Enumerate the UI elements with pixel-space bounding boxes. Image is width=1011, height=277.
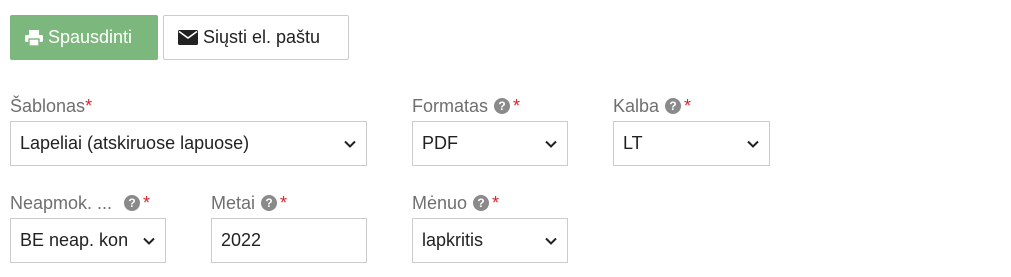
month-select[interactable]: lapkritis: [412, 218, 568, 263]
printer-icon: [25, 29, 43, 46]
unpaid-select[interactable]: BE neap. kon: [10, 218, 166, 263]
template-select[interactable]: Lapeliai (atskiruose lapuose): [10, 121, 367, 166]
print-button-label: Spausdinti: [48, 27, 133, 47]
required-mark: *: [85, 95, 93, 116]
unpaid-label-text: Neapmok. ...: [10, 192, 113, 213]
month-select-value: lapkritis: [422, 230, 484, 250]
help-icon[interactable]: ?: [124, 195, 141, 211]
email-button-label: Siųsti el. paštu: [203, 27, 321, 47]
month-label-text: Mėnuo: [412, 192, 468, 213]
required-mark: *: [684, 95, 692, 116]
required-mark: *: [513, 95, 521, 116]
format-select-value: PDF: [422, 133, 458, 153]
chevron-down-icon: [143, 237, 155, 245]
help-icon[interactable]: ?: [665, 98, 682, 114]
template-label: Šablonas *: [10, 95, 92, 117]
format-label: Formatas ? *: [412, 95, 520, 117]
format-select[interactable]: PDF: [412, 121, 568, 166]
language-label: Kalba ? *: [613, 95, 691, 117]
help-icon[interactable]: ?: [261, 195, 278, 211]
chevron-down-icon: [545, 140, 557, 148]
year-label: Metai ? *: [211, 192, 287, 214]
chevron-down-icon: [747, 140, 759, 148]
year-input-value: 2022: [221, 230, 262, 250]
language-select[interactable]: LT: [613, 121, 770, 166]
year-label-text: Metai: [211, 192, 256, 213]
chevron-down-icon: [344, 140, 356, 148]
language-label-text: Kalba: [613, 95, 660, 116]
month-label: Mėnuo ? *: [412, 192, 499, 214]
required-mark: *: [143, 192, 151, 213]
required-mark: *: [492, 192, 500, 213]
template-label-text: Šablonas: [10, 95, 86, 116]
format-label-text: Formatas: [412, 95, 489, 116]
language-select-value: LT: [623, 133, 643, 153]
email-button[interactable]: Siųsti el. paštu: [163, 15, 349, 60]
unpaid-select-value: BE neap. kon: [20, 230, 129, 250]
envelope-icon: [178, 30, 198, 45]
print-button[interactable]: Spausdinti: [10, 15, 158, 60]
template-select-value: Lapeliai (atskiruose lapuose): [20, 133, 250, 153]
help-icon[interactable]: ?: [473, 195, 490, 211]
year-input[interactable]: 2022: [211, 218, 367, 263]
chevron-down-icon: [545, 237, 557, 245]
help-icon[interactable]: ?: [494, 98, 511, 114]
required-mark: *: [280, 192, 288, 213]
unpaid-label: Neapmok. ... ? *: [10, 192, 150, 214]
